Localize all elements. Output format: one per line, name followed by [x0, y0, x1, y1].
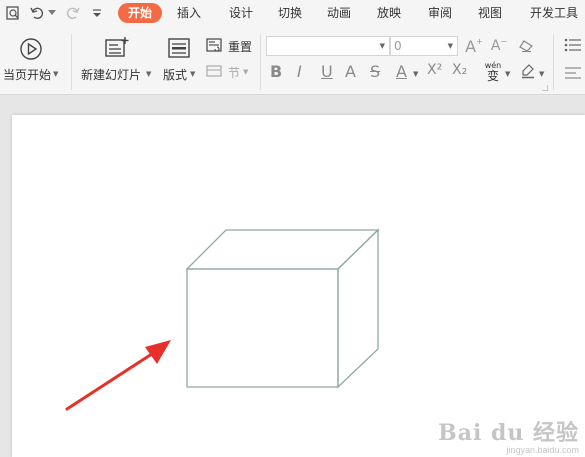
- font-dialog-launcher-icon[interactable]: [541, 84, 549, 92]
- slide-canvas[interactable]: Bai du 经验 jingyan.baidu.com: [12, 115, 585, 457]
- tab-view[interactable]: 视图: [476, 3, 504, 23]
- chevron-down-icon[interactable]: ▼: [190, 70, 195, 78]
- align-left-icon[interactable]: [563, 64, 583, 82]
- tab-design[interactable]: 设计: [227, 3, 255, 23]
- red-arrow[interactable]: [65, 340, 171, 411]
- group-divider: [553, 34, 554, 90]
- chevron-down-icon: ▼: [447, 42, 453, 50]
- cube-right-face[interactable]: [337, 228, 379, 389]
- increase-font-icon: A: [465, 36, 477, 56]
- pinyin-guide-button[interactable]: wén 变: [482, 59, 504, 85]
- chevron-down-icon[interactable]: ▼: [505, 70, 510, 78]
- undo-icon[interactable]: [28, 3, 46, 23]
- superscript-button[interactable]: X²: [427, 62, 442, 78]
- watermark: Bai du 经验 jingyan.baidu.com: [438, 415, 579, 455]
- reset-button[interactable]: 重置: [228, 38, 252, 55]
- tab-insert[interactable]: 插入: [175, 3, 203, 23]
- cube-front-face[interactable]: [186, 268, 339, 388]
- ribbon-tab-bar: 开始 插入 设计 切换 动画 放映 审阅 视图 开发工具: [0, 0, 585, 26]
- decrease-font-size-button[interactable]: A −: [489, 36, 509, 56]
- pinyin-char: 变: [486, 69, 499, 83]
- tab-review[interactable]: 审阅: [426, 3, 454, 23]
- undo-dropdown-icon[interactable]: [47, 3, 57, 23]
- home-toolbar: 当页开始 ▼ 新建幻灯片 ▼ 版式 ▼ 重置 节 ▼ ▼ 0 ▼ A + A − B: [0, 26, 585, 95]
- strikethrough-button[interactable]: S: [370, 62, 380, 81]
- chevron-down-icon: ▼: [379, 42, 385, 50]
- play-from-current-button[interactable]: 当页开始: [3, 66, 51, 83]
- font-color-button[interactable]: A: [396, 62, 407, 81]
- cube-shape[interactable]: [185, 228, 380, 389]
- chevron-down-icon[interactable]: ▼: [146, 70, 151, 78]
- chevron-down-icon[interactable]: ▼: [539, 70, 544, 78]
- font-name-select[interactable]: ▼: [266, 36, 390, 56]
- increase-font-size-button[interactable]: A +: [464, 36, 484, 56]
- tab-animations[interactable]: 动画: [325, 3, 353, 23]
- layout-button[interactable]: 版式: [163, 66, 187, 83]
- chevron-down-icon[interactable]: ▼: [53, 70, 58, 78]
- underline-button[interactable]: U: [321, 62, 333, 81]
- chevron-down-icon[interactable]: ▼: [413, 70, 418, 78]
- font-size-value: 0: [394, 39, 402, 53]
- section-button[interactable]: 节: [228, 64, 240, 81]
- tab-slideshow[interactable]: 放映: [375, 3, 403, 23]
- group-divider: [260, 34, 261, 90]
- play-icon[interactable]: [18, 36, 44, 62]
- reset-icon[interactable]: [205, 37, 223, 53]
- highlight-icon[interactable]: [518, 62, 538, 80]
- tab-home[interactable]: 开始: [118, 3, 163, 23]
- tab-transitions[interactable]: 切换: [276, 3, 304, 23]
- new-slide-icon[interactable]: [103, 34, 131, 62]
- decrease-font-icon: A: [490, 38, 501, 54]
- bold-button[interactable]: B: [270, 62, 282, 81]
- section-icon[interactable]: [205, 63, 223, 79]
- tab-developer[interactable]: 开发工具: [528, 3, 580, 23]
- watermark-brand: Bai du 经验: [438, 420, 579, 446]
- layout-icon[interactable]: [166, 36, 192, 60]
- print-preview-icon[interactable]: [4, 3, 22, 23]
- italic-button[interactable]: I: [297, 62, 302, 81]
- slide-workspace: Bai du 经验 jingyan.baidu.com: [0, 95, 585, 457]
- font-size-select[interactable]: 0 ▼: [390, 36, 458, 56]
- redo-icon[interactable]: [64, 3, 82, 23]
- chevron-down-icon[interactable]: ▼: [243, 68, 248, 76]
- text-shadow-button[interactable]: A: [345, 62, 356, 81]
- new-slide-button[interactable]: 新建幻灯片: [81, 66, 141, 83]
- group-divider: [71, 34, 72, 90]
- subscript-button[interactable]: X₂: [452, 62, 467, 78]
- customize-dropdown-icon[interactable]: [90, 3, 104, 23]
- bullet-list-icon[interactable]: [563, 36, 583, 54]
- eraser-icon[interactable]: [516, 36, 536, 56]
- cube-top-face[interactable]: [185, 229, 380, 270]
